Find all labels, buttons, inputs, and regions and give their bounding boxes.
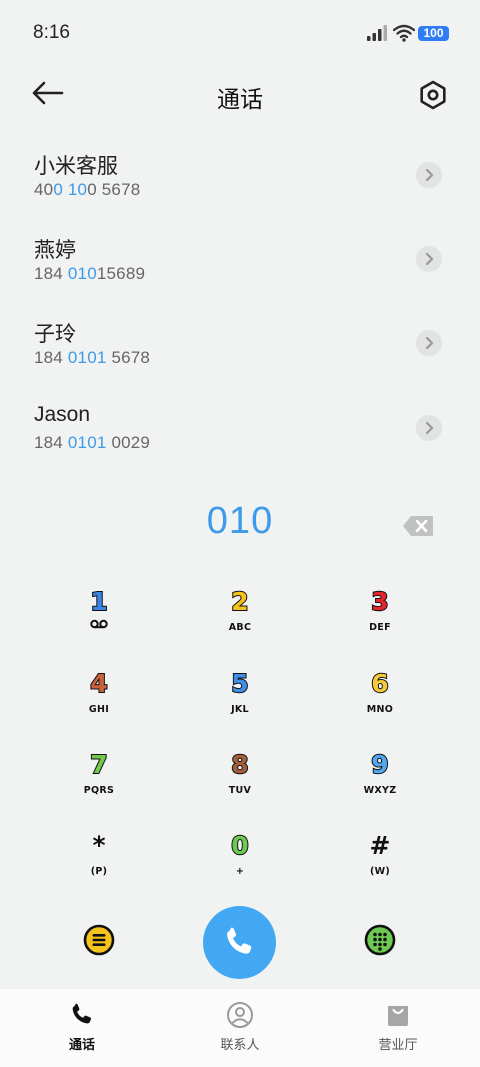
contact-name: Jason [34,403,91,426]
key-star[interactable]: * (P) [39,832,159,902]
call-button[interactable] [203,906,276,979]
key-digit: # [369,831,391,860]
key-3[interactable]: 3 DEF [320,587,440,658]
contact-number: 184 01015689 [34,264,146,283]
contact-item[interactable]: 子玲 184 0101 5678 [0,318,480,402]
key-letters: + [235,866,245,877]
key-letters: MNO [366,704,394,715]
key-digit: 4 [89,669,108,699]
person-icon [227,1002,253,1028]
battery-indicator: 100 [418,26,449,41]
status-time: 8:16 [33,22,70,43]
nav-contacts[interactable]: 联系人 [160,989,320,1067]
bottom-nav: 通话 联系人 营业厅 [0,989,480,1067]
key-digit: 2 [230,587,249,617]
contact-number: 184 0101 0029 [34,433,151,452]
key-hash[interactable]: # (W) [320,832,440,902]
key-digit: 6 [370,669,389,699]
contact-number: 400 100 5678 [34,180,141,199]
chevron-right-icon[interactable] [416,415,442,441]
settings-icon[interactable] [416,78,450,112]
nav-service-hall[interactable]: 营业厅 [318,989,478,1067]
contact-name: 子玲 [34,323,76,346]
key-digit: 8 [230,750,249,780]
contact-name: 燕婷 [34,239,76,262]
key-letters: PQRS [83,785,115,796]
chevron-right-icon[interactable] [416,246,442,272]
key-digit: 3 [370,587,389,617]
key-letters: JKL [231,704,249,715]
key-2[interactable]: 2 ABC [180,587,300,658]
nav-label: 营业厅 [378,1037,418,1052]
nav-calls[interactable]: 通话 [2,989,162,1067]
key-1[interactable]: 1 [39,587,159,658]
key-4[interactable]: 4 GHI [39,669,159,740]
dialpad-icon[interactable] [364,924,396,956]
phone-icon [227,927,252,954]
key-letters: TUV [228,785,252,796]
key-letters: WXYZ [363,785,397,796]
key-0[interactable]: 0 + [180,831,300,902]
status-bar: 8:16 100 [0,0,480,64]
key-letters: ABC [228,622,252,633]
app-header: 通话 [0,64,480,124]
phone-icon [72,1003,92,1024]
shopping-bag-icon [388,1006,408,1026]
key-letters: (W) [369,866,391,877]
nav-label: 联系人 [220,1037,260,1052]
key-digit: * [92,831,106,860]
page-title: 通话 [217,86,263,112]
chevron-right-icon[interactable] [416,330,442,356]
key-digit: 1 [89,587,108,617]
key-6[interactable]: 6 MNO [320,669,440,740]
signal-icon [367,25,387,41]
key-5[interactable]: 5 JKL [180,669,300,740]
key-digit: 9 [370,750,389,780]
contact-name: 小米客服 [34,155,118,178]
contact-number: 184 0101 5678 [34,348,151,367]
key-digit: 5 [230,669,249,699]
key-letters: (P) [90,866,108,877]
key-8[interactable]: 8 TUV [180,750,300,821]
chevron-right-icon[interactable] [416,162,442,188]
contact-item[interactable]: 燕婷 184 01015689 [0,234,480,318]
key-7[interactable]: 7 PQRS [39,750,159,821]
key-9[interactable]: 9 WXYZ [320,750,440,821]
key-digit: 7 [89,750,108,780]
wifi-icon [393,24,415,42]
menu-icon[interactable] [83,924,115,956]
voicemail-icon [90,619,108,629]
key-letters: DEF [369,622,391,633]
contact-item[interactable]: 小米客服 400 100 5678 [0,150,480,234]
key-digit: 0 [230,831,249,861]
key-letters: GHI [88,704,110,715]
nav-label: 通话 [68,1037,95,1052]
contact-item[interactable]: Jason 184 0101 0029 [0,403,480,487]
backspace-icon[interactable] [402,515,434,537]
